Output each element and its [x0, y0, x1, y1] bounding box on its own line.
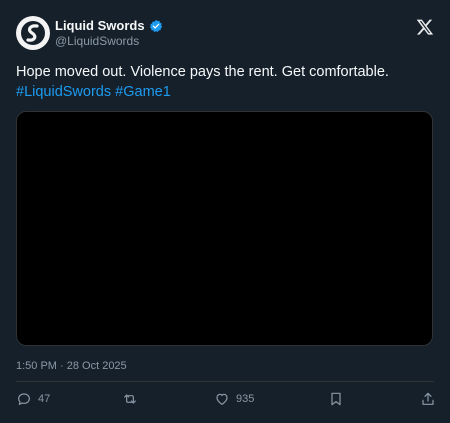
like-count: 935: [236, 393, 255, 405]
retweet-icon: [124, 394, 136, 404]
tweet-embed: Liquid Swords @LiquidSwords Hope moved o…: [0, 0, 450, 423]
tweet-body: Hope moved out. Violence pays the rent. …: [16, 64, 389, 80]
share-button[interactable]: [420, 390, 436, 408]
reply-button[interactable]: 47: [16, 390, 50, 408]
author-name-row: Liquid Swords: [55, 18, 163, 34]
share-icon: [422, 392, 434, 405]
reply-count: 47: [38, 393, 51, 405]
retweet-button[interactable]: [122, 390, 138, 408]
hashtag-link[interactable]: #Game1: [115, 84, 171, 100]
x-logo-icon[interactable]: [416, 18, 434, 36]
tweet-timestamp[interactable]: 1:50 PM · 28 Oct 2025: [16, 359, 127, 373]
tweet-text: Hope moved out. Violence pays the rent. …: [16, 62, 434, 102]
author-handle[interactable]: @LiquidSwords: [55, 34, 139, 48]
hashtag-link[interactable]: #LiquidSwords: [16, 84, 111, 100]
reply-icon: [18, 393, 30, 405]
bookmark-icon: [331, 392, 341, 406]
avatar[interactable]: [16, 16, 50, 50]
heart-icon: [216, 393, 228, 405]
divider: [16, 381, 434, 382]
media-video[interactable]: [16, 111, 433, 346]
bookmark-button[interactable]: [328, 390, 344, 408]
liquid-swords-logo-icon: [21, 21, 45, 45]
verified-badge-icon: [149, 19, 162, 33]
like-button[interactable]: 935: [214, 390, 254, 408]
author-display-name[interactable]: Liquid Swords: [55, 18, 145, 34]
